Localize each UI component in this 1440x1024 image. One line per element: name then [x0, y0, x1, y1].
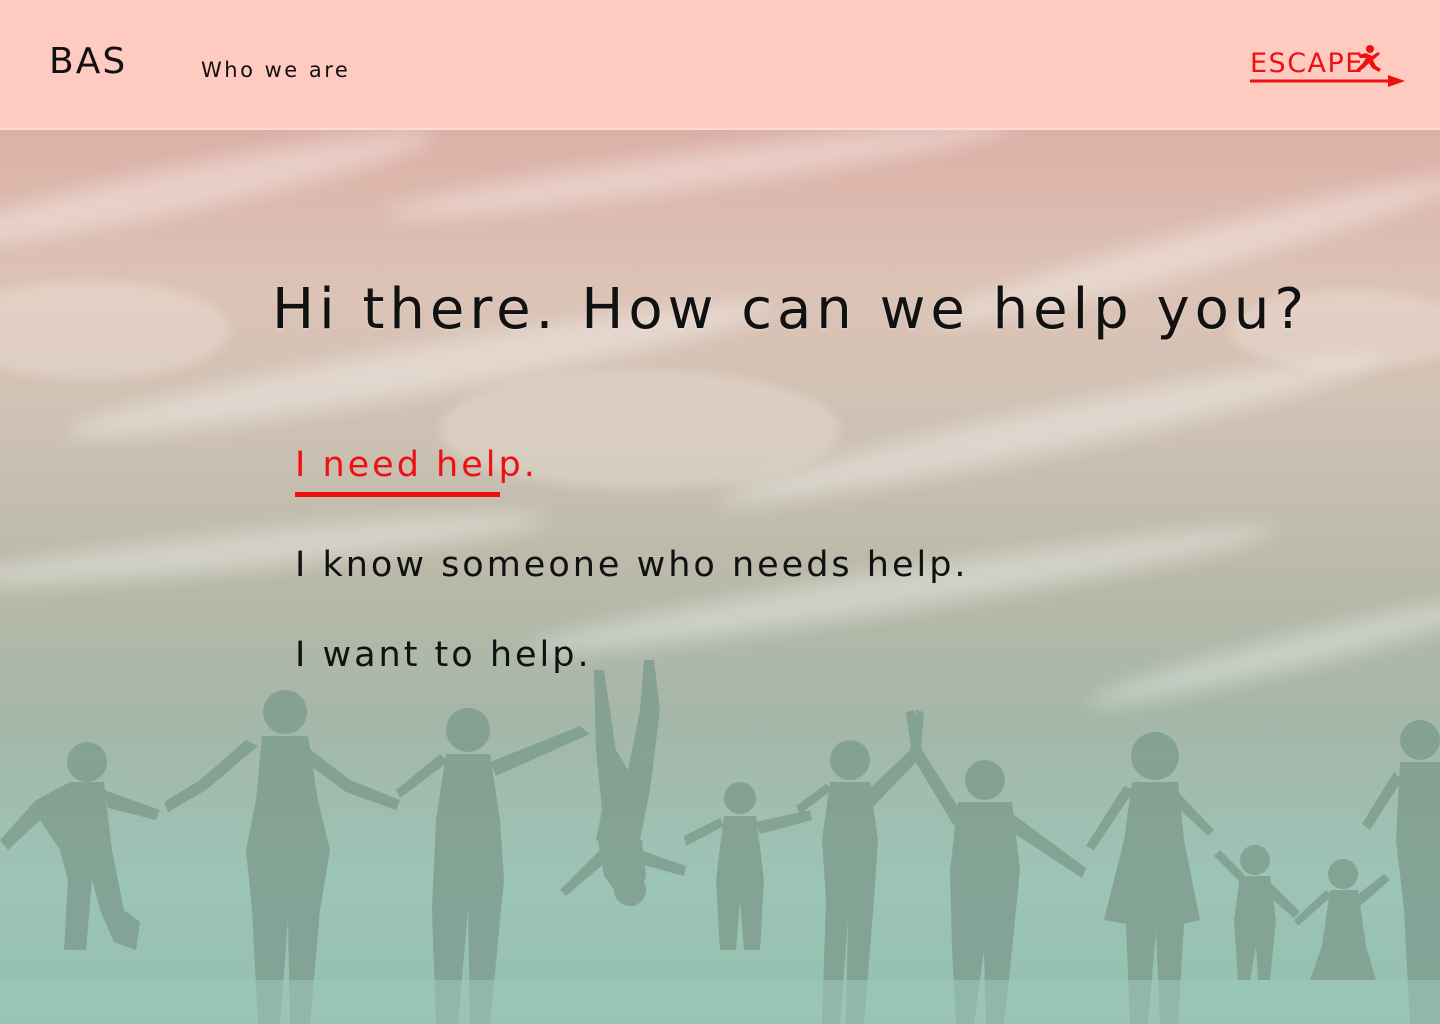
people-silhouettes — [0, 660, 1440, 1024]
nav-who-we-are[interactable]: Who we are — [201, 60, 350, 81]
option-know-someone-needs-help[interactable]: I know someone who needs help. — [295, 548, 969, 583]
page-headline: Hi there. How can we help you? — [272, 277, 1310, 342]
escape-button[interactable]: ESCAPE — [1250, 44, 1410, 92]
top-header: BAS Who we are ESCAPE — [0, 0, 1440, 130]
option-want-to-help[interactable]: I want to help. — [295, 638, 592, 673]
option-i-need-help[interactable]: I need help. — [295, 448, 538, 483]
escape-label: ESCAPE — [1250, 48, 1364, 79]
brand-logo[interactable]: BAS — [49, 44, 127, 80]
active-option-underline — [295, 492, 500, 497]
running-figure-icon — [1356, 45, 1381, 72]
arrow-right-icon — [1250, 75, 1405, 87]
page: BAS Who we are ESCAPE Hi there. How can … — [0, 0, 1440, 1024]
hero-section: Hi there. How can we help you? I need he… — [0, 130, 1440, 1024]
